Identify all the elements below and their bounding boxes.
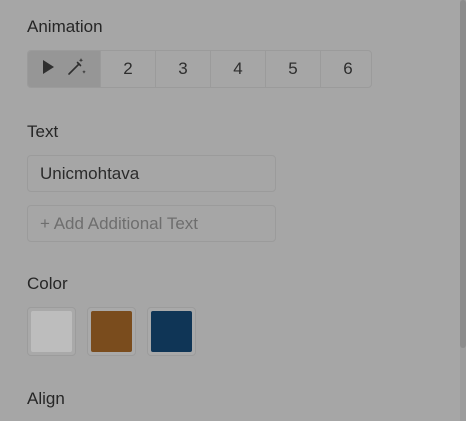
text-input[interactable]: Unicmohtava	[27, 155, 276, 192]
settings-panel: Animation 2 3 4 5 6 Text Unicmohtava + A…	[0, 0, 460, 421]
animation-play-magic-button[interactable]	[28, 51, 100, 87]
scrollbar[interactable]	[460, 0, 466, 421]
animation-option-6[interactable]: 6	[320, 51, 371, 87]
align-title: Align	[27, 389, 65, 408]
color-swatch-2-fill	[91, 311, 132, 352]
color-swatch-3-fill	[151, 311, 192, 352]
animation-option-2[interactable]: 2	[100, 51, 155, 87]
text-title: Text	[27, 122, 59, 141]
animation-option-3[interactable]: 3	[155, 51, 210, 87]
magic-wand-icon	[65, 56, 87, 83]
animation-title: Animation	[27, 17, 103, 36]
scrollbar-thumb[interactable]	[460, 0, 466, 348]
color-title: Color	[27, 274, 68, 293]
play-icon	[41, 59, 55, 80]
color-swatch-1[interactable]	[27, 307, 76, 356]
color-swatch-1-fill	[31, 311, 72, 352]
animation-segmented-control: 2 3 4 5 6	[27, 50, 372, 88]
color-swatch-3[interactable]	[147, 307, 196, 356]
animation-option-5[interactable]: 5	[265, 51, 320, 87]
animation-option-4[interactable]: 4	[210, 51, 265, 87]
color-swatch-2[interactable]	[87, 307, 136, 356]
add-additional-text-input[interactable]: + Add Additional Text	[27, 205, 276, 242]
